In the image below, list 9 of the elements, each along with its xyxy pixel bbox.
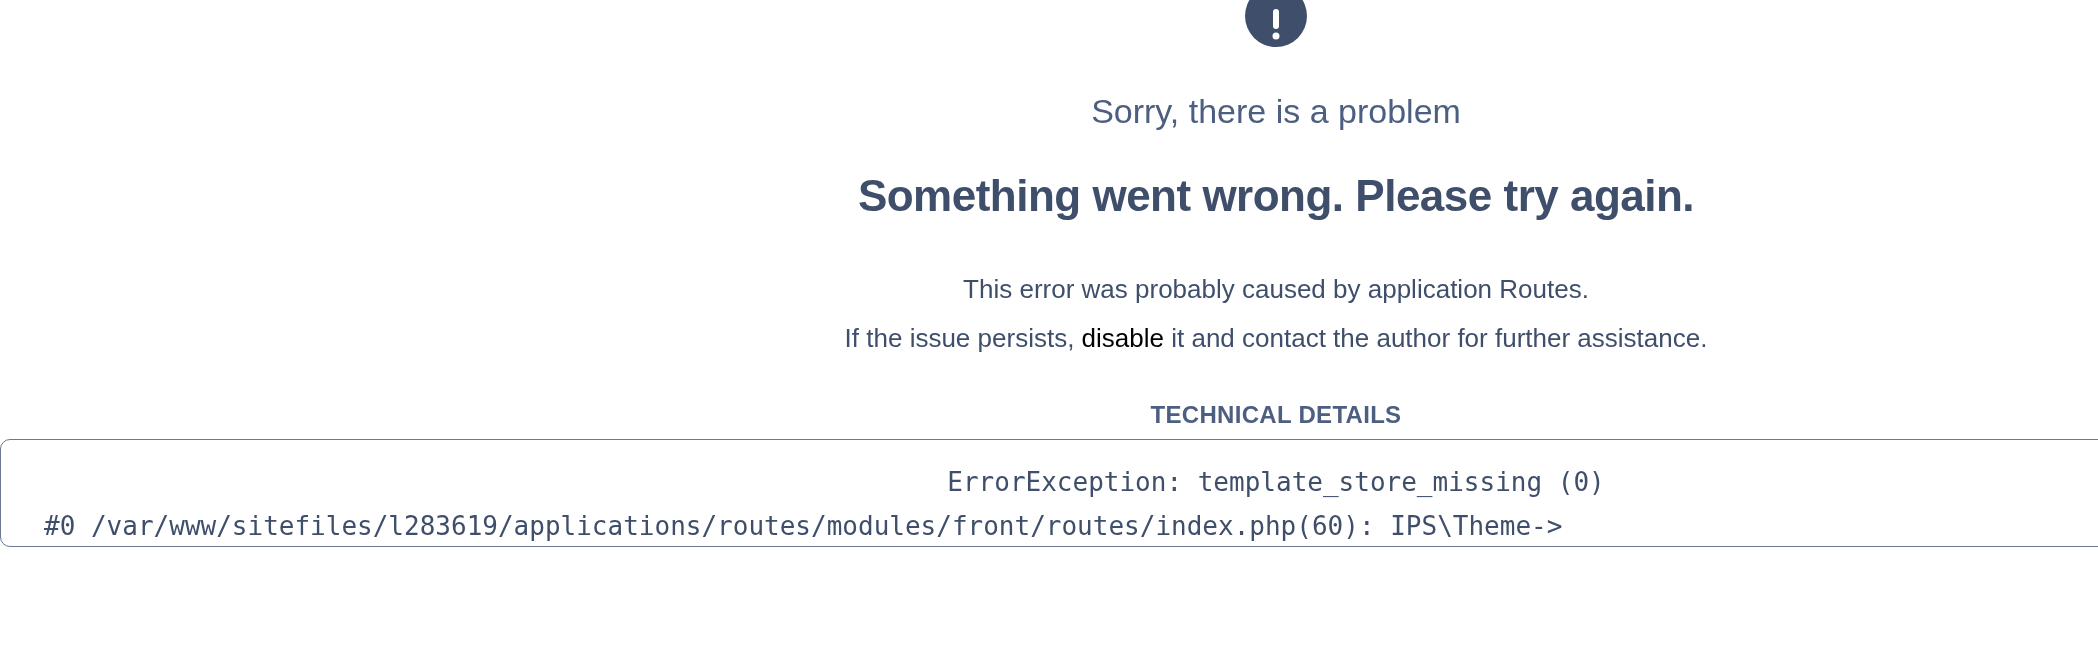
code-line: ErrorException: template_store_missing (0)	[947, 465, 1605, 499]
disable-link[interactable]: disable	[1081, 322, 1164, 353]
error-message: This error was probably caused by application Routes.	[963, 272, 1589, 306]
exclamation-icon	[1245, 0, 1307, 47]
error-subtitle: Sorry, there is a problem	[1091, 91, 1461, 132]
code-line: #0 /var/www/sitefiles/l283619/applications/routes/modules/front/routes/index.php(60): IPS\Theme->	[44, 509, 1563, 543]
error-title: Something went wrong. Please try again.	[857, 169, 1695, 222]
section-heading: TECHNICAL DETAILS	[1150, 400, 1402, 429]
error-message: If the issue persists, disable it and contact the author for further assistance.	[844, 321, 1708, 355]
